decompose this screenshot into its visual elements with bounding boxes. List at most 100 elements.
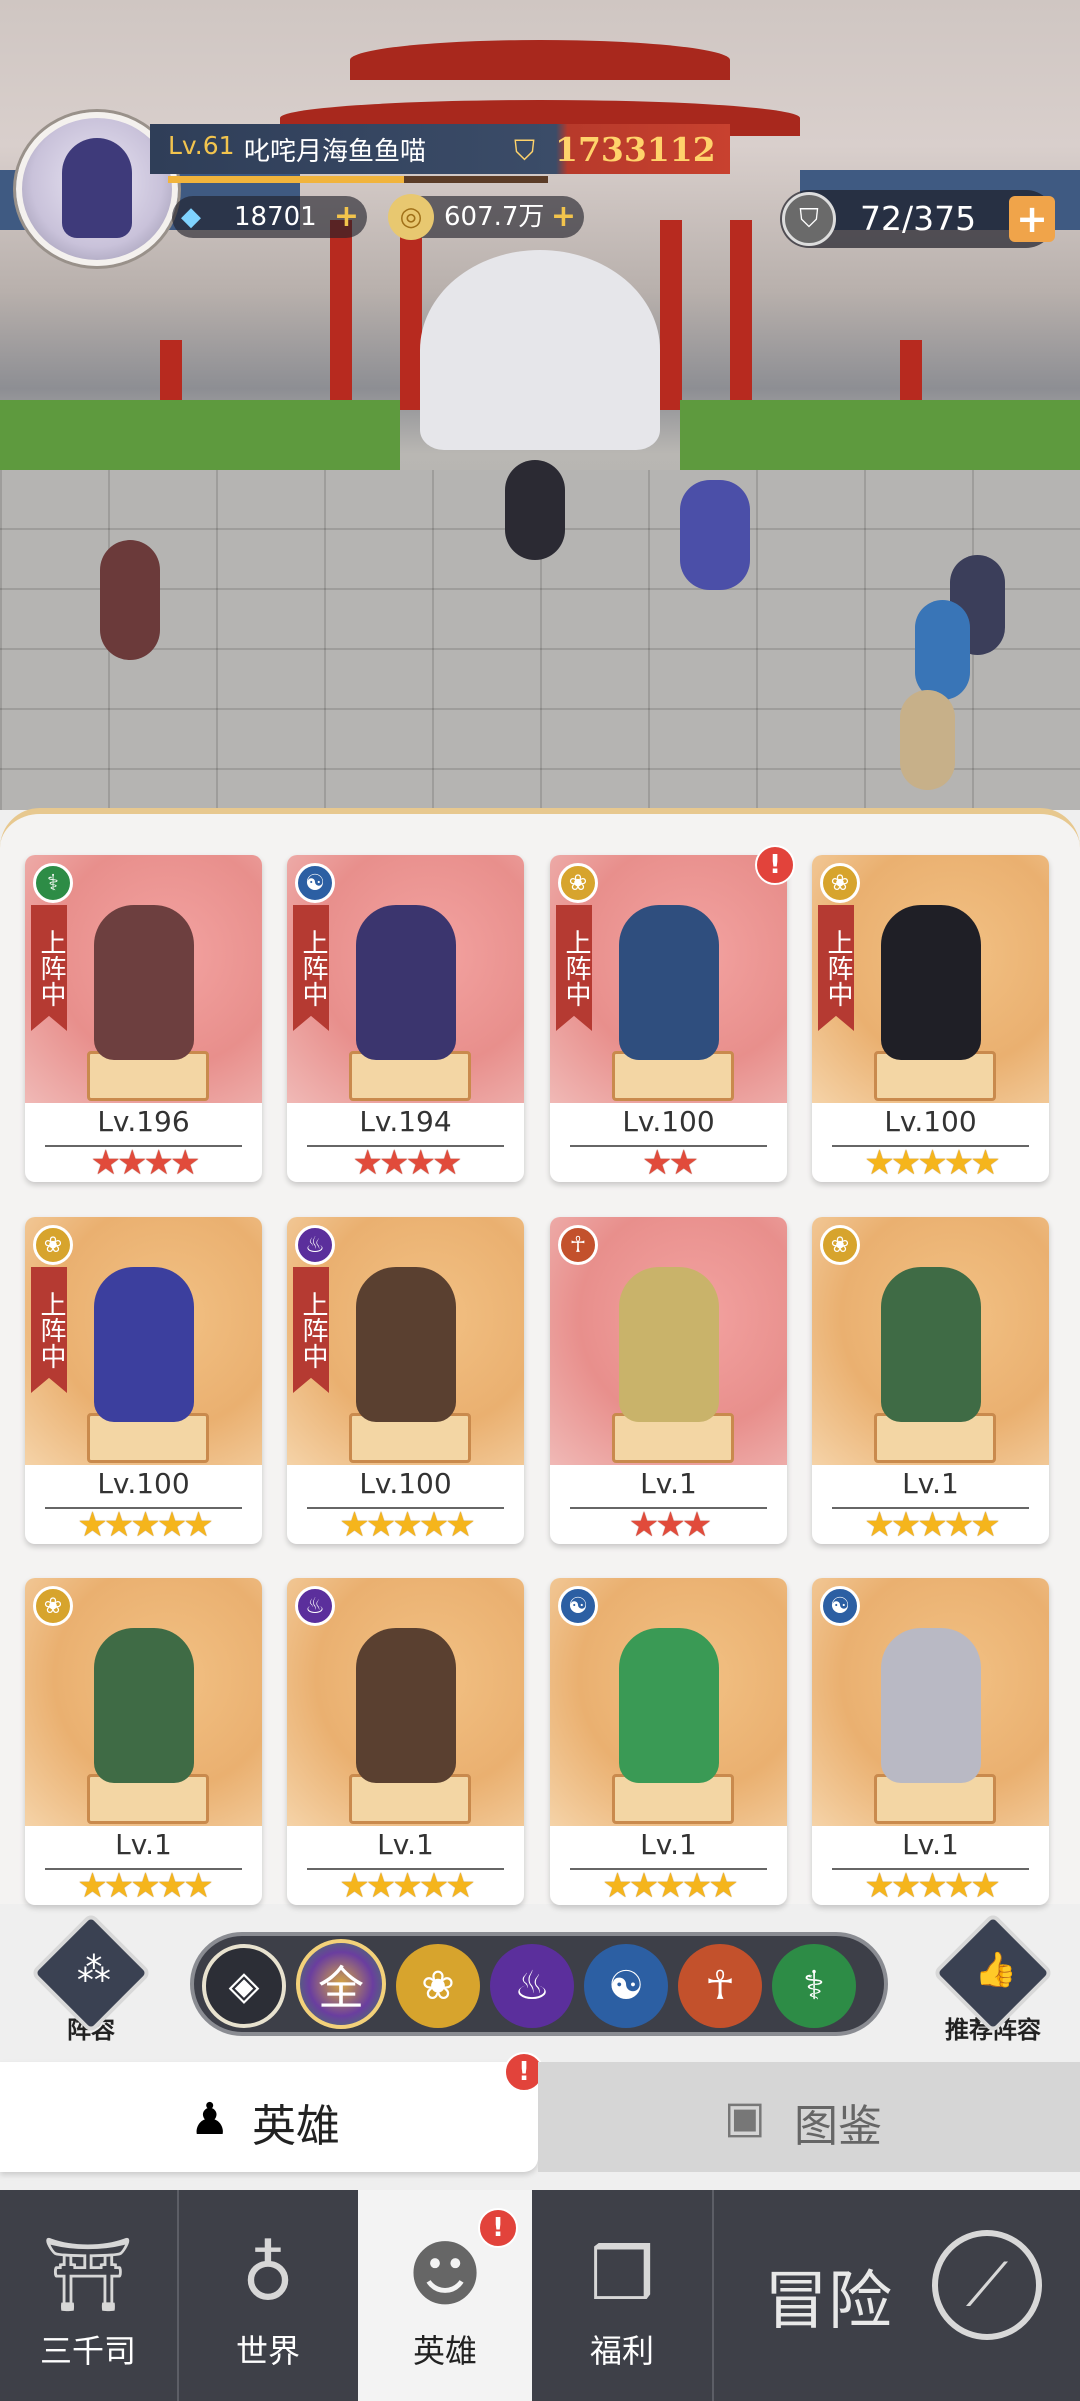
- hero-card[interactable]: ⚕ 上阵中 Lv.196 ★★★★: [25, 855, 262, 1182]
- hero-sprite: [680, 480, 750, 590]
- water-icon: ☯: [295, 863, 335, 903]
- hero-level: Lv.1: [902, 1467, 959, 1500]
- deployed-badge: 上阵中: [31, 905, 67, 1031]
- flame-icon: ♨: [295, 1225, 335, 1265]
- add-gold-button[interactable]: +: [551, 196, 576, 238]
- water-icon: ☯: [820, 1586, 860, 1626]
- filter-lotus-icon[interactable]: ❀: [396, 1944, 480, 2028]
- hero-level: Lv.1: [640, 1828, 697, 1861]
- pillar: [330, 220, 352, 410]
- hero-portrait: [880, 905, 981, 1060]
- diamond-counter[interactable]: ◆ 18701 +: [172, 196, 367, 238]
- hero-card[interactable]: ♨ 上阵中 Lv.100 ★★★★★: [287, 1217, 524, 1544]
- hero-portrait: [93, 905, 194, 1060]
- hero-portrait: [355, 1267, 456, 1422]
- hero-card[interactable]: ☯ 上阵中 Lv.194 ★★★★: [287, 855, 524, 1182]
- fox-statue: [420, 250, 660, 450]
- hedge: [0, 400, 400, 470]
- filter-diamond-icon[interactable]: ◈: [202, 1944, 286, 2028]
- combat-power: 1733112: [555, 130, 716, 169]
- hero-portrait: [618, 905, 719, 1060]
- nav-sanqiansi-label: 三千司: [39, 2332, 136, 2370]
- nav-heroes-label: 英雄: [412, 2332, 477, 2370]
- filter-meditate-icon[interactable]: ☥: [678, 1944, 762, 2028]
- lotus-icon: ❀: [558, 863, 598, 903]
- stamina-icon: ⛉: [782, 192, 836, 246]
- hero-card[interactable]: ☯ Lv.1 ★★★★★: [550, 1578, 787, 1905]
- pagoda-icon: ⛩: [42, 2232, 134, 2316]
- hero-stars: ★★★★★: [77, 1505, 213, 1544]
- pillar: [660, 220, 682, 410]
- deployed-badge: 上阵中: [556, 905, 592, 1031]
- tab-heroes[interactable]: ♟ 英雄: [0, 2062, 538, 2172]
- hero-portrait: [355, 1628, 456, 1783]
- hero-stars: ★★★★★: [602, 1866, 738, 1905]
- diamond-icon: ◆: [181, 202, 201, 232]
- hero-portrait: [618, 1628, 719, 1783]
- hero-card[interactable]: ♨ Lv.1 ★★★★★: [287, 1578, 524, 1905]
- lineup-button[interactable]: ⁂ 阵容: [30, 1912, 152, 2044]
- hero-sprite: [100, 540, 160, 660]
- hero-portrait: [93, 1267, 194, 1422]
- nav-world[interactable]: ♁ 世界: [180, 2190, 356, 2401]
- hero-card[interactable]: ☯ Lv.1 ★★★★★: [812, 1578, 1049, 1905]
- player-level: Lv.61: [168, 131, 235, 160]
- deployed-badge: 上阵中: [293, 905, 329, 1031]
- hero-level: Lv.100: [622, 1105, 715, 1138]
- pillar: [730, 220, 752, 410]
- nav-welfare[interactable]: ❒ 福利: [534, 2190, 710, 2401]
- combat-power-icon: ⛉: [514, 134, 536, 167]
- recommended-lineup-button[interactable]: 👍 推荐阵容: [928, 1912, 1058, 2044]
- hedge: [680, 400, 1080, 470]
- hero-card[interactable]: ❀ 上阵中 Lv.100 ★★★★★: [812, 855, 1049, 1182]
- hero-card[interactable]: ❀ Lv.1 ★★★★★: [25, 1578, 262, 1905]
- gold-counter[interactable]: ◎ 607.7万 +: [388, 194, 584, 240]
- add-stamina-button[interactable]: +: [1009, 196, 1055, 242]
- hero-card[interactable]: ❀ 上阵中 Lv.100 ★★★★★: [25, 1217, 262, 1544]
- nav-divider: [177, 2190, 179, 2401]
- hero-stars: ★★★★★: [864, 1866, 1000, 1905]
- hero-stars: ★★★★★: [864, 1505, 1000, 1544]
- hero-level: Lv.194: [359, 1105, 452, 1138]
- deployed-badge: 上阵中: [818, 905, 854, 1031]
- heroes-tab-icon: ♟: [190, 2094, 230, 2145]
- add-diamond-button[interactable]: +: [334, 196, 359, 238]
- hero-stars: ★★★★: [90, 1143, 201, 1182]
- nav-adventure[interactable]: 冒险 ⟋: [714, 2190, 1080, 2401]
- hero-card[interactable]: ❀ 上阵中 Lv.100 ★★: [550, 855, 787, 1182]
- hero-stars: ★★★★★: [864, 1143, 1000, 1182]
- gold-coin-icon: ◎: [388, 194, 434, 240]
- hero-portrait: [880, 1267, 981, 1422]
- lotus-icon: ❀: [33, 1586, 73, 1626]
- filter-dna-icon[interactable]: ⚕: [772, 1944, 856, 2028]
- hero-stars: ★★★★★: [77, 1866, 213, 1905]
- avatar-character: [62, 138, 132, 238]
- flame-icon: ♨: [295, 1586, 335, 1626]
- lotus-icon: ❀: [33, 1225, 73, 1265]
- gift-box-icon: ❒: [589, 2232, 655, 2316]
- water-icon: ☯: [558, 1586, 598, 1626]
- hero-head-icon: ☻: [407, 2232, 483, 2316]
- tab-atlas[interactable]: ▣ 图鉴: [538, 2062, 1080, 2172]
- hero-alert-icon: !: [755, 845, 795, 885]
- hero-portrait: [880, 1628, 981, 1783]
- hero-level: Lv.1: [640, 1467, 697, 1500]
- hero-level: Lv.1: [902, 1828, 959, 1861]
- lotus-icon: ❀: [820, 863, 860, 903]
- player-name: 叱咤月海鱼鱼喵: [244, 137, 427, 167]
- hero-card[interactable]: ☥ Lv.1 ★★★: [550, 1217, 787, 1544]
- filter-all-button[interactable]: 全: [296, 1939, 386, 2029]
- xp-bar-fill: [168, 176, 404, 183]
- hero-sprite: [915, 600, 970, 700]
- nav-sanqiansi[interactable]: ⛩ 三千司: [0, 2190, 176, 2401]
- atlas-tab-icon: ▣: [724, 2092, 766, 2143]
- hero-card[interactable]: ❀ Lv.1 ★★★★★: [812, 1217, 1049, 1544]
- stamina-counter[interactable]: ⛉ 72/375 +: [780, 190, 1055, 248]
- hero-level: Lv.1: [115, 1828, 172, 1861]
- hero-level: Lv.196: [97, 1105, 190, 1138]
- gold-amount: 607.7万: [444, 202, 545, 232]
- hero-sprite: [900, 690, 955, 790]
- lotus-icon: ❀: [820, 1225, 860, 1265]
- filter-flame-icon[interactable]: ♨: [490, 1944, 574, 2028]
- filter-water-icon[interactable]: ☯: [584, 1944, 668, 2028]
